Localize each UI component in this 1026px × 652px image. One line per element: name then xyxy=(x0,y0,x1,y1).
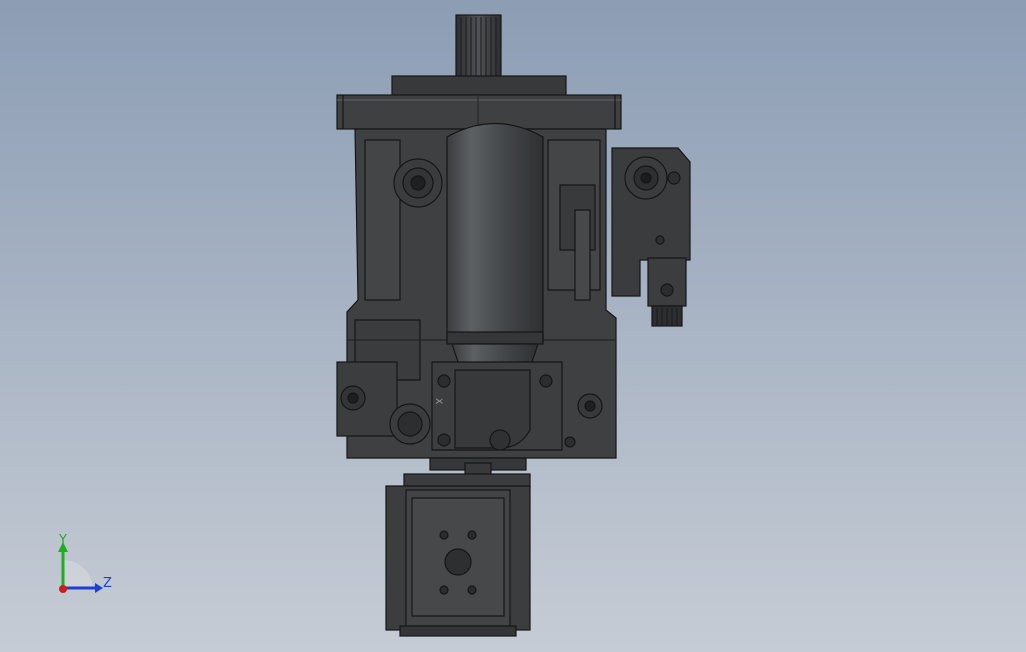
shaft-collar xyxy=(391,75,567,97)
y-axis-label: Y xyxy=(58,533,67,548)
cad-scene: X Y Z xyxy=(0,0,1026,652)
mounting-flange[interactable] xyxy=(336,94,622,130)
cad-viewport[interactable]: X Y Z xyxy=(0,0,1026,652)
z-axis-label: Z xyxy=(103,576,112,591)
upper-port-boss xyxy=(393,158,443,208)
drive-shaft[interactable] xyxy=(455,14,502,78)
housing-mark-x: X xyxy=(433,398,443,404)
control-cylinder[interactable] xyxy=(446,123,544,372)
x-axis-dot xyxy=(59,585,67,593)
auxiliary-gear-pump[interactable] xyxy=(385,485,531,637)
